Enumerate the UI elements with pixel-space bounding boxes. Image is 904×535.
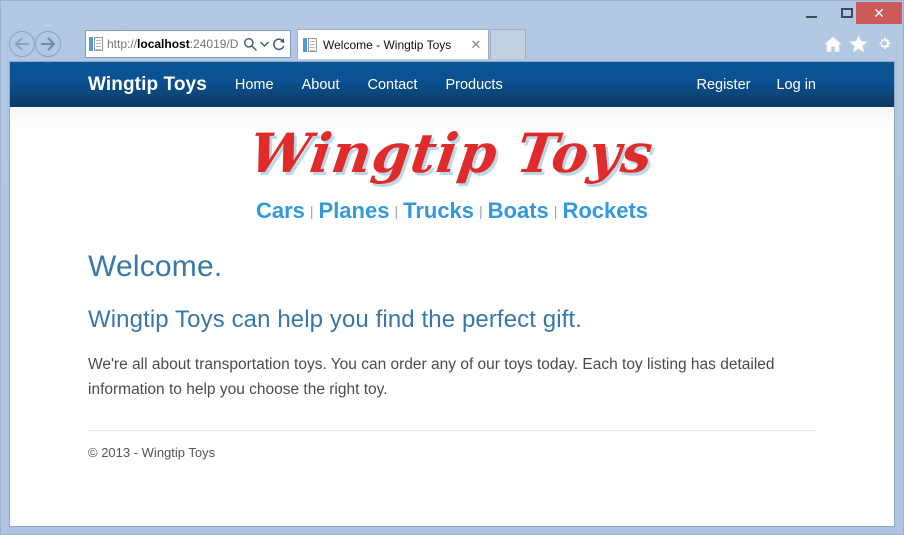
minimize-button[interactable] <box>793 2 829 24</box>
site-brand-link[interactable]: Wingtip Toys <box>88 74 207 96</box>
category-separator: | <box>309 202 314 219</box>
search-icon[interactable] <box>241 32 259 56</box>
site-nav-links: Home About Contact Products <box>235 77 503 93</box>
browser-chrome-icons <box>822 31 895 57</box>
address-bar-url[interactable]: http://localhost:24019/D <box>107 37 241 51</box>
chevron-down-icon[interactable] <box>259 32 270 56</box>
maximize-icon <box>841 8 853 18</box>
url-prefix: http:// <box>107 37 138 51</box>
category-link-trucks[interactable]: Trucks <box>403 198 474 223</box>
nav-item-products[interactable]: Products <box>445 77 502 93</box>
nav-item-register[interactable]: Register <box>696 77 750 93</box>
site-account-links: Register Log in <box>696 77 816 93</box>
minimize-icon <box>805 15 817 18</box>
category-separator: | <box>394 202 399 219</box>
category-link-cars[interactable]: Cars <box>256 198 305 223</box>
browser-tab[interactable]: Welcome - Wingtip Toys ✕ <box>297 29 489 59</box>
tab-favicon-icon <box>303 37 317 53</box>
page-subtitle: Wingtip Toys can help you find the perfe… <box>88 305 582 333</box>
close-window-button[interactable]: ✕ <box>856 2 902 24</box>
content-divider <box>88 429 816 431</box>
home-icon[interactable] <box>822 33 843 55</box>
category-separator: | <box>479 202 483 219</box>
page-favicon-icon <box>89 36 103 52</box>
nav-item-login[interactable]: Log in <box>776 77 816 93</box>
main-content: Welcome. Wingtip Toys can help you find … <box>10 250 894 460</box>
tab-title: Welcome - Wingtip Toys <box>323 37 452 52</box>
back-button[interactable] <box>9 31 35 57</box>
title-bar: ✕ <box>1 1 903 27</box>
page-title: Welcome. <box>88 249 223 283</box>
forward-arrow-icon <box>41 37 55 51</box>
category-link-rockets[interactable]: Rockets <box>562 198 648 223</box>
category-link-planes[interactable]: Planes <box>319 198 390 223</box>
browser-window: ✕ http://localhost:24019/D Welcome - Win… <box>0 0 904 535</box>
tab-close-icon[interactable]: ✕ <box>468 35 484 55</box>
nav-item-home[interactable]: Home <box>235 77 274 93</box>
logo-container: Wingtip Toys <box>10 107 894 185</box>
nav-item-about[interactable]: About <box>302 77 340 93</box>
address-bar[interactable]: http://localhost:24019/D <box>85 30 291 58</box>
page-content: Wingtip Toys Cars | Planes | Trucks | Bo… <box>10 107 894 526</box>
favorites-icon[interactable] <box>848 33 869 55</box>
forward-button[interactable] <box>35 31 61 57</box>
refresh-icon[interactable] <box>270 32 288 56</box>
tools-icon[interactable] <box>874 33 895 55</box>
category-links: Cars | Planes | Trucks | Boats | Rockets <box>10 198 894 224</box>
browser-toolbar: http://localhost:24019/D Welcome - Wingt… <box>1 27 903 61</box>
intro-paragraph: We're all about transportation toys. You… <box>88 355 775 398</box>
url-suffix: :24019/D <box>189 37 239 51</box>
site-navbar: Wingtip Toys Home About Contact Products… <box>10 62 894 107</box>
footer-copyright: © 2013 - Wingtip Toys <box>88 444 216 460</box>
close-icon: ✕ <box>873 5 885 21</box>
url-host: localhost <box>137 37 190 51</box>
page-viewport: Wingtip Toys Home About Contact Products… <box>9 61 895 527</box>
category-separator: | <box>553 202 558 219</box>
nav-item-contact[interactable]: Contact <box>367 77 417 93</box>
back-arrow-icon <box>15 37 29 51</box>
new-tab-button[interactable] <box>490 29 526 59</box>
category-link-boats[interactable]: Boats <box>488 198 549 223</box>
wingtip-toys-logo: Wingtip Toys <box>246 121 659 185</box>
